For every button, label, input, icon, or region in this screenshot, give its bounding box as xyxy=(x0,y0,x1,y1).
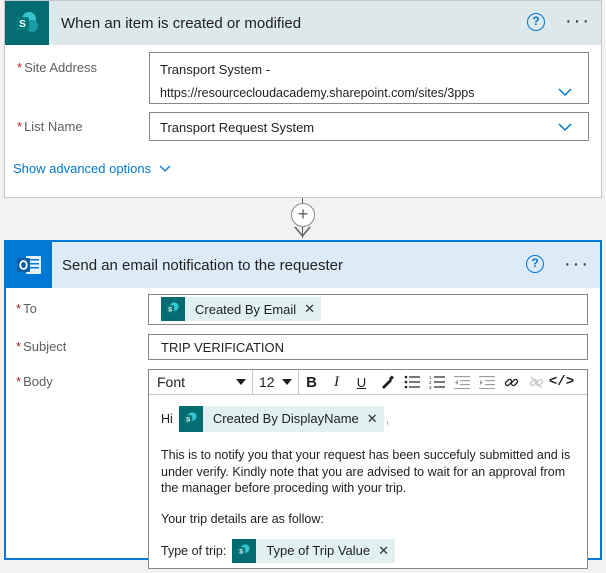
site-address-label: * Site Address xyxy=(17,60,98,75)
action-card: Send an email notification to the reques… xyxy=(4,240,602,569)
chevron-down-icon xyxy=(558,123,572,132)
subject-field[interactable]: TRIP VERIFICATION xyxy=(148,334,588,360)
svg-text:S: S xyxy=(19,19,26,30)
list-name-value: Transport Request System xyxy=(160,120,315,135)
sharepoint-icon: S xyxy=(5,1,49,45)
svg-text:S: S xyxy=(168,306,172,313)
italic-icon[interactable]: I xyxy=(324,370,349,395)
more-options-icon[interactable]: ··· xyxy=(565,11,591,31)
token-label: Created By Email xyxy=(195,301,297,317)
body-content[interactable]: Hi S Created By DisplayName ✕ , This is … xyxy=(149,395,587,573)
greeting-line: Hi S Created By DisplayName ✕ , xyxy=(161,405,575,433)
bullet-list-icon[interactable] xyxy=(399,370,424,395)
remove-token-icon[interactable]: ✕ xyxy=(367,411,378,428)
site-address-line2: https://resourcecloudacademy.sharepoint.… xyxy=(160,86,475,100)
created-by-email-token[interactable]: S Created By Email ✕ xyxy=(161,297,322,321)
font-select-value: Font xyxy=(157,374,186,390)
caret-down-icon xyxy=(282,379,292,385)
sharepoint-icon: S xyxy=(178,406,203,432)
help-icon[interactable]: ? xyxy=(527,13,545,31)
numbered-list-icon[interactable]: 123 xyxy=(424,370,449,395)
body-editor[interactable]: Font 12 B I U 123 </> Hi S Created By Di… xyxy=(148,369,588,569)
trigger-header[interactable]: S When an item is created or modified ? … xyxy=(5,1,601,45)
decrease-indent-icon[interactable] xyxy=(449,370,474,395)
help-icon[interactable]: ? xyxy=(526,255,544,273)
add-step-icon[interactable]: + xyxy=(291,203,315,227)
greeting-trailing: , xyxy=(385,411,390,426)
remove-token-icon[interactable]: ✕ xyxy=(304,301,315,317)
trigger-title: When an item is created or modified xyxy=(61,14,302,32)
increase-indent-icon[interactable] xyxy=(474,370,499,395)
sharepoint-icon: S xyxy=(161,297,185,321)
list-name-dropdown[interactable]: Transport Request System xyxy=(149,112,589,141)
type-of-trip-token[interactable]: S Type of Trip Value ✕ xyxy=(232,539,396,563)
token-label: Type of Trip Value xyxy=(266,542,371,558)
subject-value: TRIP VERIFICATION xyxy=(161,340,285,355)
notification-paragraph: This is to notify you that your request … xyxy=(161,448,571,495)
action-title: Send an email notification to the reques… xyxy=(62,256,344,274)
trip-type-line: Type of trip: S Type of Trip Value ✕ xyxy=(161,539,575,563)
code-view-icon[interactable]: </> xyxy=(549,370,574,395)
link-icon[interactable] xyxy=(499,370,524,395)
font-size-value: 12 xyxy=(259,374,275,390)
font-size-select[interactable]: 12 xyxy=(253,369,299,395)
show-advanced-options[interactable]: Show advanced options xyxy=(13,161,171,176)
trigger-card: S When an item is created or modified ? … xyxy=(4,0,602,198)
greeting-text: Hi xyxy=(161,411,173,426)
trip-type-label: Type of trip: xyxy=(161,543,227,558)
font-color-icon[interactable] xyxy=(374,370,399,395)
chevron-down-icon xyxy=(159,165,171,172)
bold-icon[interactable]: B xyxy=(299,370,324,395)
site-address-dropdown[interactable]: Transport System - https://resourcecloud… xyxy=(149,52,589,104)
body-label: * Body xyxy=(16,374,53,389)
list-name-label: * List Name xyxy=(17,119,83,134)
font-select[interactable]: Font xyxy=(149,369,253,395)
svg-text:3: 3 xyxy=(429,385,432,389)
editor-toolbar: Font 12 B I U 123 </> xyxy=(149,369,587,395)
underline-icon[interactable]: U xyxy=(349,370,374,395)
details-intro: Your trip details are as follow: xyxy=(161,511,324,526)
arrow-down-icon xyxy=(294,226,311,238)
svg-text:S: S xyxy=(186,416,190,423)
chevron-down-icon xyxy=(558,88,572,97)
outlook-icon xyxy=(6,242,52,288)
subject-label: * Subject xyxy=(16,339,67,354)
to-field[interactable]: S Created By Email ✕ xyxy=(148,294,588,325)
advanced-options-label: Show advanced options xyxy=(13,161,152,176)
caret-down-icon xyxy=(236,379,246,385)
action-header[interactable]: Send an email notification to the reques… xyxy=(6,242,600,288)
remove-token-icon[interactable]: ✕ xyxy=(378,543,389,560)
site-address-line1: Transport System - xyxy=(160,62,271,77)
to-label: * To xyxy=(16,301,37,316)
more-options-icon[interactable]: ··· xyxy=(564,254,590,274)
svg-text:S: S xyxy=(239,548,243,555)
unlink-icon[interactable] xyxy=(524,370,549,395)
sharepoint-icon: S xyxy=(232,539,257,563)
token-label: Created By DisplayName xyxy=(212,410,359,426)
created-by-displayname-token[interactable]: S Created By DisplayName ✕ xyxy=(178,406,384,432)
